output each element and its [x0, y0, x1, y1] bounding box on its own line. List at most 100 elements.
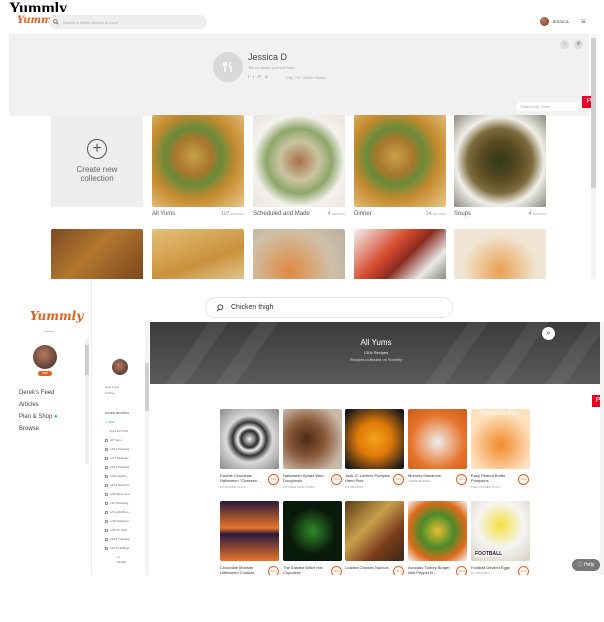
pinterest-icon[interactable]: P	[258, 74, 261, 79]
recipe-card-image[interactable]	[471, 409, 530, 469]
search-input[interactable]: Chicken thigh	[205, 297, 453, 318]
recipe-title[interactable]: Double Chocolate Halloween "Cheesec...	[220, 473, 266, 483]
profile-avatar[interactable]	[213, 52, 243, 82]
recipe-title[interactable]: Easy Peanut Butter Pumpkins	[471, 473, 517, 483]
yummly-logo[interactable]: Yummly	[30, 309, 83, 323]
yum-button[interactable]: Yum	[268, 566, 279, 575]
collection-name[interactable]: Dinner	[354, 211, 372, 217]
new-collection-link[interactable]: + NEW	[105, 420, 115, 424]
recipe-title[interactable]: Chocolate Monster Halloween Cookies	[220, 565, 266, 575]
sidebar-link[interactable]: Articles	[105, 391, 115, 395]
sidebar-collection-item[interactable]: All Yums	[105, 438, 122, 442]
social-links: f t P G	[248, 74, 268, 79]
yum-button[interactable]: Yum	[268, 474, 279, 485]
yum-button[interactable]: Yum	[456, 566, 467, 575]
recipe-source: THREE BAKING...	[408, 479, 433, 483]
fork-knife-icon	[223, 61, 232, 72]
create-collection-button[interactable]: + Create new collection	[51, 115, 143, 207]
collection-name[interactable]: Scheduled and Made	[253, 211, 310, 217]
collection-title: All Yums	[360, 338, 392, 347]
recipe-card-image[interactable]	[345, 409, 404, 469]
recipe-card-image[interactable]	[220, 409, 279, 469]
recipe-source: MY RECIPES	[345, 485, 364, 489]
avatar[interactable]	[33, 345, 57, 369]
search-placeholder: Search a billion recipes & more	[63, 19, 119, 25]
collection-name[interactable]: Soups	[454, 211, 471, 217]
collection-name[interactable]: All Yums	[152, 211, 175, 217]
back-icon[interactable]: ‹	[560, 40, 569, 49]
yum-button[interactable]: Yum	[518, 566, 529, 575]
twitter-icon[interactable]: t	[253, 74, 254, 79]
scrollbar-thumb[interactable]	[85, 345, 89, 375]
sidebar-collection-item[interactable]: 10/5 Slow Coo	[105, 492, 130, 496]
collection-header: COLLECTION	[109, 429, 129, 433]
create-collection-label: Create new collection	[76, 165, 118, 183]
recipe-title[interactable]: Jack-O'-Lantern Pumpkin Hand Pies	[345, 473, 391, 483]
sidebar-collection-item[interactable]: 11/12 Thanksg	[105, 537, 130, 541]
collection-card-image[interactable]	[152, 115, 244, 207]
recipe-card-image[interactable]	[408, 501, 467, 561]
avatar[interactable]	[112, 359, 128, 375]
all-yums-page-window: Yummly PRO Derek's Feed Articles Plan & …	[2, 279, 604, 575]
recipe-title[interactable]: Halloween Spider Web Doughnuts	[283, 473, 329, 483]
recipe-source: CHOOSING CHOC...	[220, 485, 249, 489]
yum-button[interactable]: Yum	[331, 566, 342, 575]
scrollbar[interactable]	[145, 321, 149, 575]
sidebar-collection-item[interactable]: 1/19 Delicious	[105, 519, 129, 523]
yum-button[interactable]: Yum	[518, 474, 529, 485]
nav-item-feed[interactable]: Derek's Feed	[19, 390, 55, 396]
recipe-card-image[interactable]	[220, 501, 279, 561]
more-button[interactable]: MORE	[117, 560, 126, 564]
sidebar-collection-item[interactable]: 12/15 Holidays	[105, 546, 130, 550]
gear-icon[interactable]: ⚙	[574, 40, 583, 49]
recipe-title[interactable]: Football Deviled Eggs	[471, 565, 517, 570]
scrollbar[interactable]	[600, 322, 604, 575]
sidebar-collection-item[interactable]: 12/8 Healthy	[105, 474, 127, 478]
collection-card-image[interactable]	[253, 115, 345, 207]
recipe-source: KITCHEN SANCTUARY	[283, 485, 316, 489]
sidebar-collection-item[interactable]: 1/1 Thanksgiv	[105, 456, 129, 460]
profile-name: Jessica D	[248, 52, 288, 62]
new-dot-icon: ●	[54, 414, 58, 420]
recipe-title[interactable]: Loaded Chicken Nachos	[345, 565, 391, 570]
sidebar-collection-item[interactable]: 1/25 St. Patri	[105, 528, 127, 532]
sidebar-collection-item[interactable]: 11/12 Sweet P	[105, 483, 129, 487]
scrollbar-thumb[interactable]	[591, 38, 596, 188]
yum-button[interactable]: Yum	[393, 474, 404, 485]
recipe-card-image[interactable]	[345, 501, 404, 561]
recipe-title[interactable]: Avocado Turkey Burger with Pepper B...	[408, 565, 454, 575]
recipe-image-overlay-text: Pumpkin Pie	[479, 410, 518, 417]
profile-tagline[interactable]: Tell us about yourself here	[248, 65, 295, 70]
collection-subtitle: Recipes collected on Yummly	[349, 357, 403, 362]
yum-button[interactable]: Yum	[456, 474, 467, 485]
search-icon	[216, 303, 224, 312]
facebook-icon[interactable]: f	[248, 74, 249, 79]
hamburger-menu-icon[interactable]: ≡	[581, 17, 586, 26]
help-button[interactable]: ⓘ Help	[572, 559, 600, 571]
recipe-title[interactable]: The Easiest Witch Hat Cupcakes	[283, 565, 329, 575]
recipe-card-image[interactable]	[408, 409, 467, 469]
scrollbar-thumb[interactable]	[145, 363, 149, 411]
yum-button[interactable]: Yum	[393, 566, 404, 575]
yum-button[interactable]: Yum	[331, 474, 342, 485]
search-icon[interactable]: ⌕	[542, 327, 555, 340]
collection-card-image[interactable]	[454, 115, 546, 207]
more-ellipsis-icon[interactable]: •••	[117, 555, 120, 559]
nav-item-articles[interactable]: Articles	[19, 402, 39, 408]
user-menu[interactable]: JESSICA	[540, 17, 569, 26]
sidebar-collection-item[interactable]: 1/3 Light Brea	[105, 510, 129, 514]
sidebar-collection-item[interactable]: 12/1 Weeknig	[105, 501, 128, 505]
nav-item-plan-shop[interactable]: Plan & Shop ●	[19, 414, 58, 420]
search-input[interactable]: Search a billion recipes & more	[49, 15, 207, 29]
recipe-card-image[interactable]	[283, 409, 342, 469]
sidebar-collection-item[interactable]: 11/11 Thanksg	[105, 447, 129, 451]
sidebar-collection-item[interactable]: 11/11 Thanksg	[105, 465, 129, 469]
google-icon[interactable]: G	[265, 74, 268, 79]
user-name: JESSICA	[552, 19, 569, 24]
recipe-title[interactable]: Mummy Macarons	[408, 473, 454, 478]
collection-count: 14 RECIPES	[425, 211, 446, 217]
search-yums-input[interactable]: Search My Yums	[516, 102, 580, 111]
collection-card-image[interactable]	[354, 115, 446, 207]
recipe-card-image[interactable]	[283, 501, 342, 561]
nav-item-browse[interactable]: Browse	[19, 426, 39, 432]
